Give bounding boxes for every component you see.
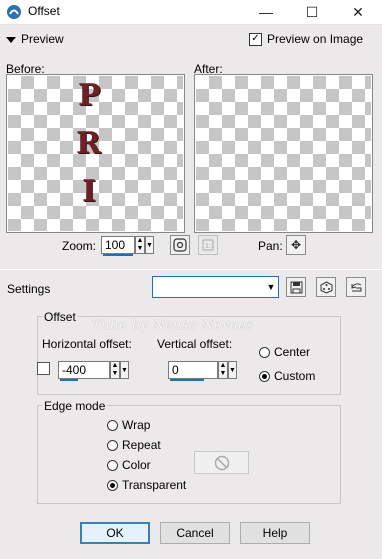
before-letter-r: R <box>76 126 101 161</box>
repeat-label: Repeat <box>122 438 161 452</box>
custom-radio[interactable] <box>259 371 270 383</box>
app-icon <box>6 4 22 20</box>
vertical-offset-label: Vertical offset: <box>157 337 233 351</box>
vertical-offset-underline <box>170 379 204 381</box>
move-icon: ✥ <box>290 238 302 252</box>
edge-option-wrap[interactable]: Wrap <box>107 418 150 432</box>
zoom-fit-button[interactable] <box>170 235 190 255</box>
save-preset-button[interactable] <box>286 277 306 297</box>
horizontal-offset-dropdown-arrow[interactable]: ▼ <box>120 361 129 379</box>
preview-on-image-checkbox[interactable]: ✓ <box>249 32 262 46</box>
minimize-icon: — <box>259 4 273 20</box>
center-radio[interactable] <box>259 347 270 359</box>
zoom-dropdown-arrow[interactable]: ▼ <box>145 236 154 254</box>
after-preview[interactable] <box>194 74 373 233</box>
custom-label: Custom <box>274 369 316 383</box>
zoom-underline <box>103 254 133 256</box>
cancel-button[interactable]: Cancel <box>160 522 230 544</box>
maximize-icon: ☐ <box>305 3 319 20</box>
edge-option-color[interactable]: Color <box>107 458 151 472</box>
actual-size-icon: 1:1 <box>202 239 214 251</box>
custom-option[interactable]: Custom <box>259 369 315 383</box>
settings-dropdown-arrow-icon: ▼ <box>266 282 276 292</box>
ok-button[interactable]: OK <box>80 522 150 544</box>
center-label: Center <box>274 345 311 359</box>
center-option[interactable]: Center <box>259 345 310 359</box>
svg-text:1:1: 1:1 <box>205 243 214 250</box>
after-canvas <box>196 76 371 231</box>
reset-icon <box>351 282 361 291</box>
close-button[interactable]: ✕ <box>335 0 381 24</box>
color-label: Color <box>122 458 151 472</box>
no-color-icon <box>214 455 229 470</box>
edge-option-repeat[interactable]: Repeat <box>107 438 161 452</box>
title-bar: Offset — ☐ ✕ <box>0 0 382 25</box>
collapse-triangle-icon <box>6 36 16 43</box>
zoom-actual-size-button[interactable]: 1:1 <box>198 235 218 255</box>
horizontal-offset-underline <box>60 379 78 381</box>
close-icon: ✕ <box>352 3 364 20</box>
before-letter-p: P <box>78 78 101 113</box>
before-letter-i: I <box>82 174 97 209</box>
wrap-label: Wrap <box>122 418 151 432</box>
repeat-radio[interactable] <box>107 440 118 452</box>
zoom-fit-icon <box>173 238 187 252</box>
reset-button[interactable] <box>346 277 366 297</box>
edge-color-swatch[interactable] <box>194 451 249 474</box>
preview-on-image-label: Preview on Image <box>267 32 364 46</box>
horizontal-offset-spinner[interactable]: ▲ ▼ <box>110 361 120 379</box>
window-title: Offset <box>28 4 60 18</box>
save-icon <box>290 281 302 293</box>
preview-toggle[interactable]: Preview <box>6 32 64 46</box>
offset-group-title: Offset <box>42 310 78 324</box>
transparent-radio[interactable] <box>107 480 118 492</box>
before-canvas: P R I <box>8 76 183 231</box>
help-button[interactable]: Help <box>240 522 310 544</box>
randomize-button[interactable] <box>316 277 336 297</box>
maximize-button[interactable]: ☐ <box>289 0 335 24</box>
dice-icon <box>320 280 332 294</box>
preview-on-image-option[interactable]: ✓ Preview on Image <box>249 32 363 46</box>
transparent-label: Transparent <box>122 478 187 492</box>
preview-header-label: Preview <box>21 32 64 46</box>
zoom-input[interactable]: 100 <box>101 236 135 254</box>
vertical-offset-control: 0 ▲ ▼ ▼ <box>168 361 237 379</box>
vertical-offset-spinner[interactable]: ▲ ▼ <box>218 361 228 379</box>
horizontal-offset-control: -400 ▲ ▼ ▼ <box>58 361 129 379</box>
edge-mode-group-title: Edge mode <box>42 399 108 413</box>
link-offsets-checkbox[interactable] <box>37 362 50 375</box>
wrap-radio[interactable] <box>107 420 118 432</box>
pan-label: Pan: <box>258 239 283 253</box>
minimize-button[interactable]: — <box>243 0 289 24</box>
settings-dropdown[interactable]: ▼ <box>152 276 279 298</box>
horizontal-offset-label: Horizontal offset: <box>42 337 132 351</box>
vertical-offset-input[interactable]: 0 <box>168 361 218 379</box>
edge-option-transparent[interactable]: Transparent <box>107 478 186 492</box>
color-radio[interactable] <box>107 460 118 472</box>
separator <box>0 269 382 270</box>
settings-label: Settings <box>7 282 51 296</box>
zoom-spinner[interactable]: ▲ ▼ <box>135 236 145 254</box>
vertical-offset-dropdown-arrow[interactable]: ▼ <box>228 361 237 379</box>
before-preview[interactable]: P R I <box>6 74 185 233</box>
watermark-text: Tube by Neusa Novaes <box>92 318 254 333</box>
zoom-label: Zoom: <box>62 239 97 253</box>
horizontal-offset-input[interactable]: -400 <box>58 361 110 379</box>
edge-mode-group <box>37 405 341 504</box>
zoom-control: 100 ▲ ▼ ▼ <box>101 236 154 254</box>
pan-button[interactable]: ✥ <box>286 235 306 255</box>
